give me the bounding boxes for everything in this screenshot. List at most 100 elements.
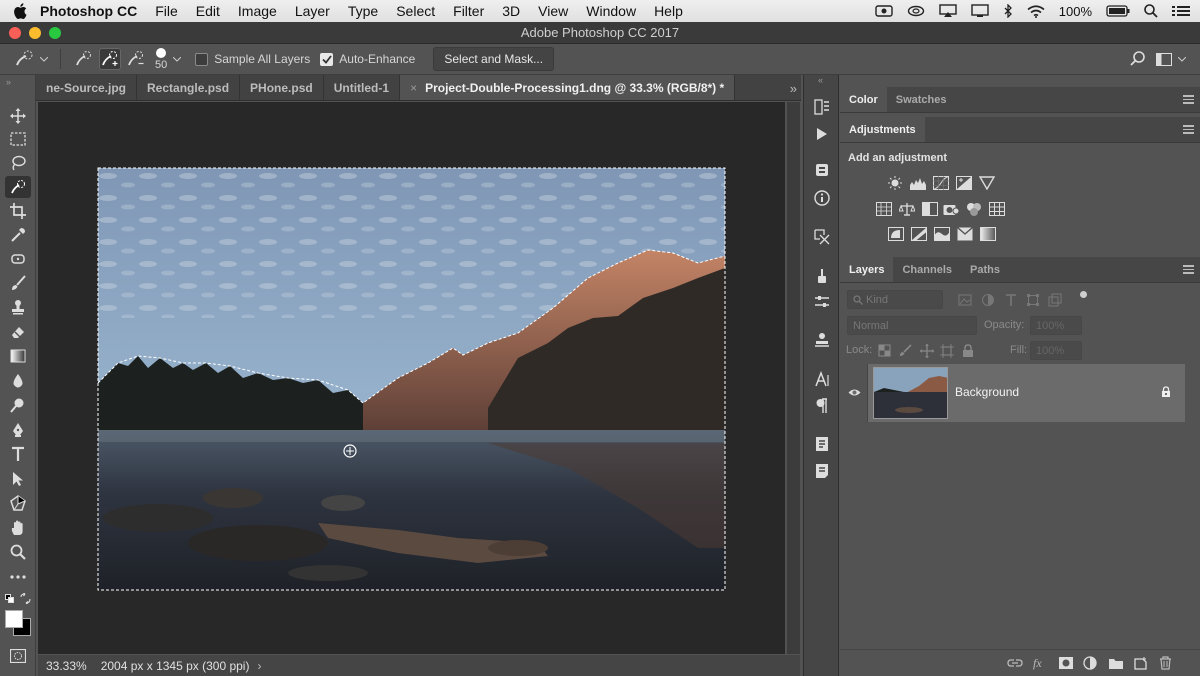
- paragraph-panel-icon[interactable]: [811, 395, 833, 417]
- notification-center-icon[interactable]: [1172, 5, 1190, 17]
- pixel-layer-filter-icon[interactable]: [958, 293, 974, 307]
- invert-icon[interactable]: [888, 227, 904, 241]
- auto-enhance-checkbox[interactable]: [320, 52, 334, 66]
- select-and-mask-button[interactable]: Select and Mask...: [433, 47, 555, 71]
- shape-layer-filter-icon[interactable]: [1026, 293, 1042, 307]
- app-name-menu[interactable]: Photoshop CC: [40, 3, 137, 19]
- close-tab-icon[interactable]: ×: [410, 81, 417, 95]
- eraser-tool-icon[interactable]: [5, 321, 31, 343]
- crop-tool-icon[interactable]: [5, 200, 31, 222]
- vibrance-icon[interactable]: [979, 176, 995, 190]
- brush-tool-icon[interactable]: [5, 272, 31, 294]
- panel-menu-icon[interactable]: [1183, 95, 1194, 106]
- new-fill-adjustment-layer-icon[interactable]: [1083, 656, 1099, 670]
- libraries-panel-icon[interactable]: [811, 159, 833, 181]
- tab-channels[interactable]: Channels: [893, 257, 961, 282]
- blend-mode-select[interactable]: Normal: [847, 316, 977, 335]
- wifi-icon[interactable]: [1027, 4, 1045, 18]
- menu-help[interactable]: Help: [654, 3, 683, 19]
- creative-cloud-icon[interactable]: [907, 5, 925, 17]
- posterize-icon[interactable]: [911, 227, 927, 241]
- curves-icon[interactable]: [933, 176, 949, 190]
- brightness-contrast-icon[interactable]: [887, 176, 903, 190]
- history-panel-icon[interactable]: [811, 96, 833, 118]
- tab-paths[interactable]: Paths: [961, 257, 1009, 282]
- menu-layer[interactable]: Layer: [295, 3, 330, 19]
- color-balance-icon[interactable]: [899, 202, 915, 216]
- color-lookup-icon[interactable]: [989, 202, 1005, 216]
- screen-record-icon[interactable]: [875, 5, 893, 17]
- tab-layers[interactable]: Layers: [840, 257, 894, 282]
- tool-preset-picker[interactable]: [14, 50, 48, 68]
- panel-menu-icon[interactable]: [1183, 265, 1194, 276]
- doc-tab[interactable]: Rectangle.psd: [137, 75, 241, 100]
- swap-colors-icon[interactable]: [20, 593, 31, 604]
- bluetooth-icon[interactable]: [1003, 4, 1013, 18]
- more-tabs-icon[interactable]: »: [790, 81, 797, 96]
- new-selection-button[interactable]: [73, 48, 95, 70]
- fx-layer-style-icon[interactable]: fx: [1033, 656, 1042, 671]
- spot-healing-tool-icon[interactable]: [5, 248, 31, 270]
- quick-selection-tool-icon[interactable]: [5, 176, 31, 198]
- zoom-window-button[interactable]: [49, 27, 61, 39]
- collapse-toolbar-icon[interactable]: »: [6, 77, 11, 87]
- layer-visibility-cell[interactable]: [840, 364, 868, 422]
- new-layer-icon[interactable]: [1133, 656, 1149, 670]
- fill-field[interactable]: 100%: [1030, 341, 1082, 360]
- delete-layer-trash-icon[interactable]: [1158, 656, 1174, 670]
- doc-tab[interactable]: ne-Source.jpg: [36, 75, 138, 100]
- smart-object-filter-icon[interactable]: [1048, 293, 1064, 307]
- lock-all-icon[interactable]: [961, 344, 977, 358]
- channel-mixer-icon[interactable]: [966, 202, 982, 216]
- marquee-tool-icon[interactable]: [5, 128, 31, 150]
- add-layer-mask-icon[interactable]: [1058, 656, 1074, 670]
- menu-filter[interactable]: Filter: [453, 3, 484, 19]
- doc-tab[interactable]: Untitled-1: [324, 75, 401, 100]
- sample-all-layers-checkbox[interactable]: [195, 52, 209, 66]
- lock-position-icon[interactable]: [920, 344, 936, 358]
- clone-stamp-tool-icon[interactable]: [5, 296, 31, 318]
- more-tools-icon[interactable]: [5, 566, 31, 588]
- eye-icon[interactable]: [848, 388, 861, 397]
- move-tool-icon[interactable]: [5, 105, 31, 127]
- brush-size-picker[interactable]: 50: [155, 47, 167, 71]
- apple-icon[interactable]: [0, 3, 40, 19]
- actions-play-icon[interactable]: [811, 123, 833, 145]
- gradient-map-icon[interactable]: [980, 227, 996, 241]
- custom-shape-tool-icon[interactable]: [5, 492, 31, 514]
- quick-mask-icon[interactable]: [5, 645, 31, 667]
- menu-image[interactable]: Image: [238, 3, 277, 19]
- menu-edit[interactable]: Edit: [196, 3, 220, 19]
- battery-icon[interactable]: [1106, 5, 1130, 17]
- blur-tool-icon[interactable]: [5, 370, 31, 392]
- lock-artboard-icon[interactable]: [940, 344, 956, 358]
- spotlight-search-icon[interactable]: [1144, 4, 1158, 18]
- layer-name[interactable]: Background: [955, 385, 1019, 399]
- tab-swatches[interactable]: Swatches: [887, 87, 956, 112]
- menu-select[interactable]: Select: [396, 3, 435, 19]
- brush-panel-icon[interactable]: [811, 265, 833, 287]
- vertical-scrollbar[interactable]: [787, 102, 800, 654]
- status-menu-arrow-icon[interactable]: ›: [257, 659, 261, 673]
- minimize-window-button[interactable]: [29, 27, 41, 39]
- auto-enhance-toggle[interactable]: Auto-Enhance: [320, 52, 415, 66]
- exposure-icon[interactable]: [956, 176, 972, 190]
- zoom-tool-icon[interactable]: [5, 541, 31, 563]
- menu-window[interactable]: Window: [586, 3, 636, 19]
- default-colors-icon[interactable]: [5, 594, 15, 604]
- close-window-button[interactable]: [9, 27, 21, 39]
- brush-settings-icon[interactable]: [811, 291, 833, 313]
- layer-row[interactable]: Background: [840, 364, 1185, 422]
- new-group-folder-icon[interactable]: [1108, 656, 1124, 670]
- zoom-level[interactable]: 33.33%: [46, 659, 87, 673]
- doc-tab[interactable]: PHone.psd: [240, 75, 324, 100]
- black-white-icon[interactable]: [922, 202, 938, 216]
- layer-kind-filter[interactable]: Kind: [847, 290, 943, 309]
- airplay-icon[interactable]: [939, 4, 957, 18]
- dodge-tool-icon[interactable]: [5, 394, 31, 416]
- menu-file[interactable]: File: [155, 3, 178, 19]
- doc-tab-active[interactable]: × Project-Double-Processing1.dng @ 33.3% …: [400, 75, 736, 100]
- pen-tool-icon[interactable]: [5, 419, 31, 441]
- sample-all-layers-toggle[interactable]: Sample All Layers: [195, 52, 310, 66]
- foreground-color-swatch[interactable]: [5, 610, 23, 628]
